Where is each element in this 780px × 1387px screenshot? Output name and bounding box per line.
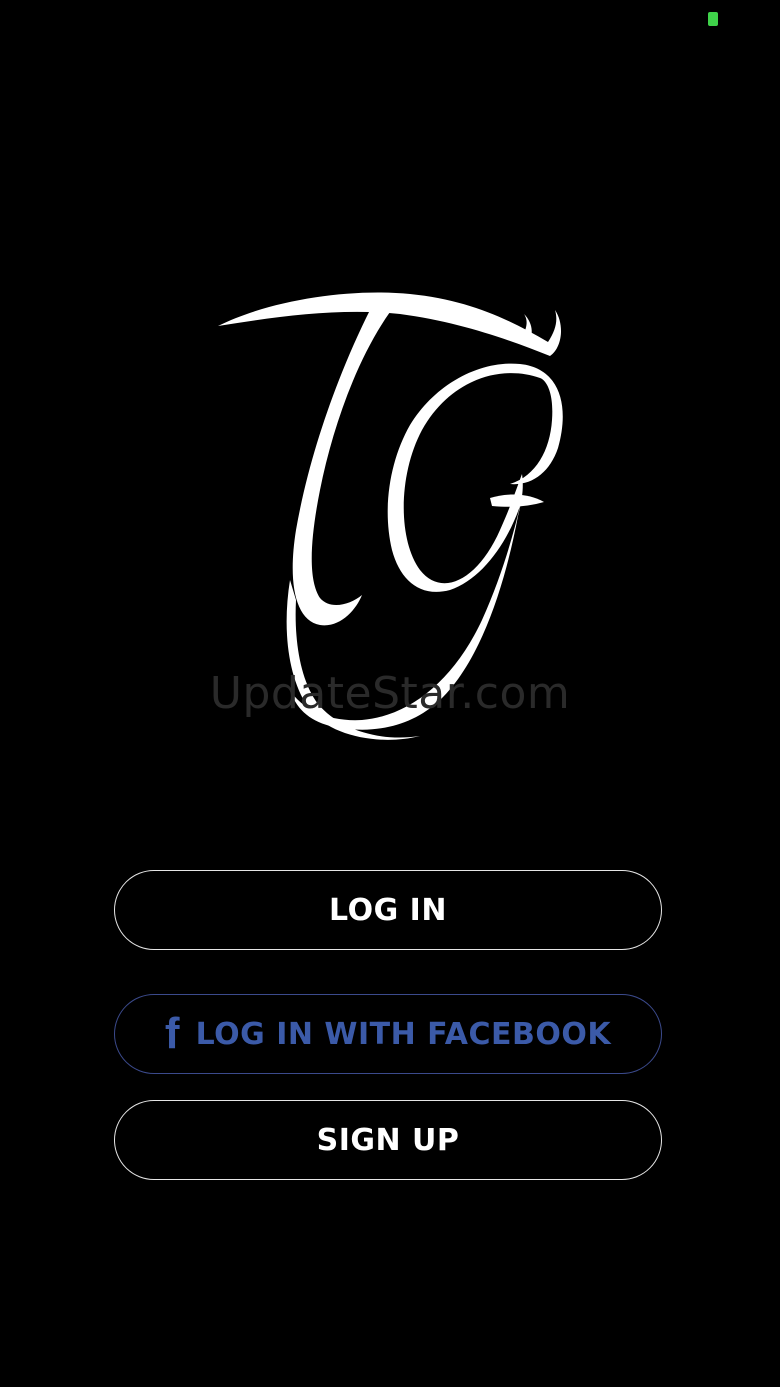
login-button[interactable]: LOG IN <box>114 870 662 950</box>
status-bar <box>0 0 780 40</box>
facebook-f-icon: f <box>164 1009 180 1058</box>
facebook-login-button[interactable]: f LOG IN WITH FACEBOOK <box>114 994 662 1074</box>
signup-button-label: SIGN UP <box>316 1122 460 1158</box>
facebook-login-button-label: LOG IN WITH FACEBOOK <box>195 1016 612 1052</box>
watermark-text: UpdateStar.com <box>209 668 571 719</box>
login-button-label: LOG IN <box>329 892 447 928</box>
battery-icon <box>708 12 718 26</box>
signup-button[interactable]: SIGN UP <box>114 1100 662 1180</box>
